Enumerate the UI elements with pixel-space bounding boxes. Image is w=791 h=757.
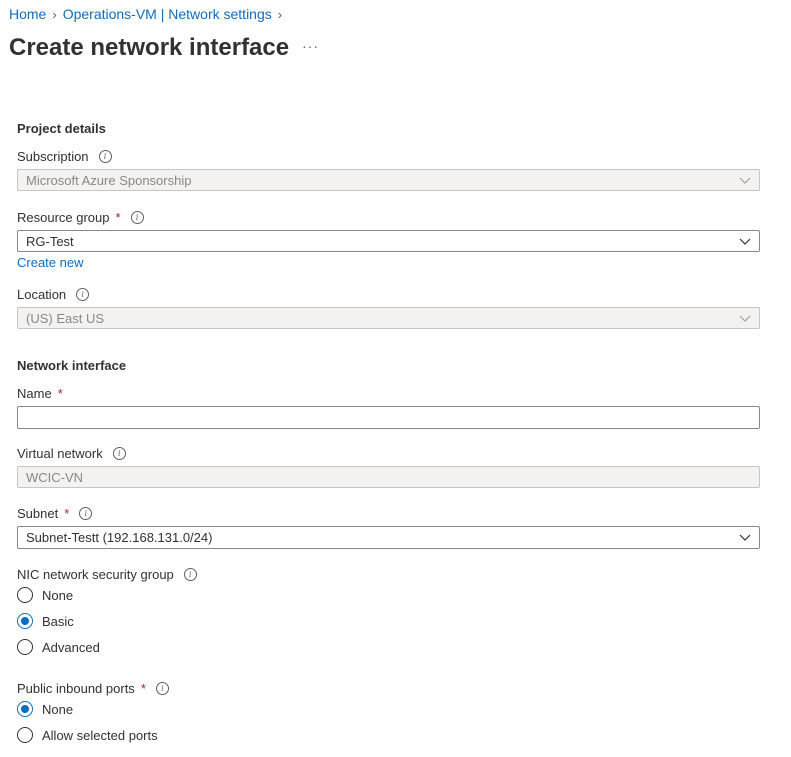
nsg-option-none[interactable]: None <box>17 587 73 603</box>
resource-group-value: RG-Test <box>26 233 74 249</box>
info-icon[interactable]: i <box>183 568 197 581</box>
subscription-label: Subscription i <box>17 149 112 164</box>
location-dropdown: (US) East US <box>17 307 760 329</box>
virtual-network-label-text: Virtual network <box>17 446 103 461</box>
nsg-option-basic[interactable]: Basic <box>17 613 74 629</box>
required-asterisk: * <box>64 506 70 521</box>
resource-group-label: Resource group * i <box>17 210 144 225</box>
subscription-value: Microsoft Azure Sponsorship <box>26 172 192 188</box>
nsg-option-label: None <box>42 587 74 603</box>
ports-option-label: Allow selected ports <box>42 727 158 743</box>
chevron-right-icon: › <box>277 6 283 22</box>
public-inbound-ports-label-text: Public inbound ports <box>17 681 135 696</box>
breadcrumb: Home › Operations-VM | Network settings … <box>9 6 282 22</box>
virtual-network-value: WCIC-VN <box>26 469 84 485</box>
nsg-label-text: NIC network security group <box>17 567 174 582</box>
radio-button-unselected[interactable] <box>17 727 33 743</box>
resource-group-label-text: Resource group <box>17 210 110 225</box>
nsg-option-advanced[interactable]: Advanced <box>17 639 100 655</box>
subnet-dropdown[interactable]: Subnet-Testt (192.168.131.0/24) <box>17 526 760 549</box>
info-icon[interactable]: i <box>98 150 112 163</box>
required-asterisk: * <box>115 210 121 225</box>
resource-group-dropdown[interactable]: RG-Test <box>17 230 760 252</box>
location-label-text: Location <box>17 287 67 302</box>
nsg-option-label: Advanced <box>42 639 100 655</box>
subscription-dropdown: Microsoft Azure Sponsorship <box>17 169 760 191</box>
chevron-right-icon: › <box>52 6 57 22</box>
more-options-icon[interactable]: ··· <box>302 38 319 54</box>
radio-button-selected[interactable] <box>17 613 33 629</box>
chevron-down-icon <box>739 177 751 184</box>
info-icon[interactable]: i <box>79 507 93 520</box>
name-input[interactable] <box>17 406 760 429</box>
required-asterisk: * <box>140 681 146 696</box>
public-inbound-ports-label: Public inbound ports * i <box>17 681 169 696</box>
info-icon[interactable]: i <box>130 211 144 224</box>
name-label-text: Name <box>17 386 52 401</box>
virtual-network-label: Virtual network i <box>17 446 126 461</box>
nsg-option-label: Basic <box>42 613 74 629</box>
info-icon[interactable]: i <box>112 447 126 460</box>
subnet-label: Subnet * i <box>17 506 93 521</box>
location-value: (US) East US <box>26 310 105 326</box>
ports-option-allow-selected[interactable]: Allow selected ports <box>17 727 158 743</box>
virtual-network-field: WCIC-VN <box>17 466 760 488</box>
chevron-down-icon <box>739 238 751 245</box>
ports-option-label: None <box>42 701 74 717</box>
required-asterisk: * <box>57 386 63 401</box>
create-new-resource-group-link[interactable]: Create new <box>17 255 83 270</box>
section-network-interface: Network interface <box>17 358 127 373</box>
breadcrumb-home[interactable]: Home <box>9 6 46 22</box>
radio-button-unselected[interactable] <box>17 587 33 603</box>
name-label: Name * <box>17 386 63 401</box>
breadcrumb-vm-network-settings[interactable]: Operations-VM | Network settings <box>63 6 272 22</box>
radio-button-selected[interactable] <box>17 701 33 717</box>
subnet-value: Subnet-Testt (192.168.131.0/24) <box>26 530 213 545</box>
info-icon[interactable]: i <box>76 288 90 301</box>
chevron-down-icon <box>739 315 751 322</box>
chevron-down-icon <box>739 534 751 541</box>
radio-button-unselected[interactable] <box>17 639 33 655</box>
page-title: Create network interface <box>9 34 290 61</box>
ports-option-none[interactable]: None <box>17 701 73 717</box>
info-icon[interactable]: i <box>155 682 169 695</box>
nsg-label: NIC network security group i <box>17 567 197 582</box>
section-project-details: Project details <box>17 121 106 136</box>
subnet-label-text: Subnet <box>17 506 59 521</box>
subscription-label-text: Subscription <box>17 149 89 164</box>
location-label: Location i <box>17 287 90 302</box>
